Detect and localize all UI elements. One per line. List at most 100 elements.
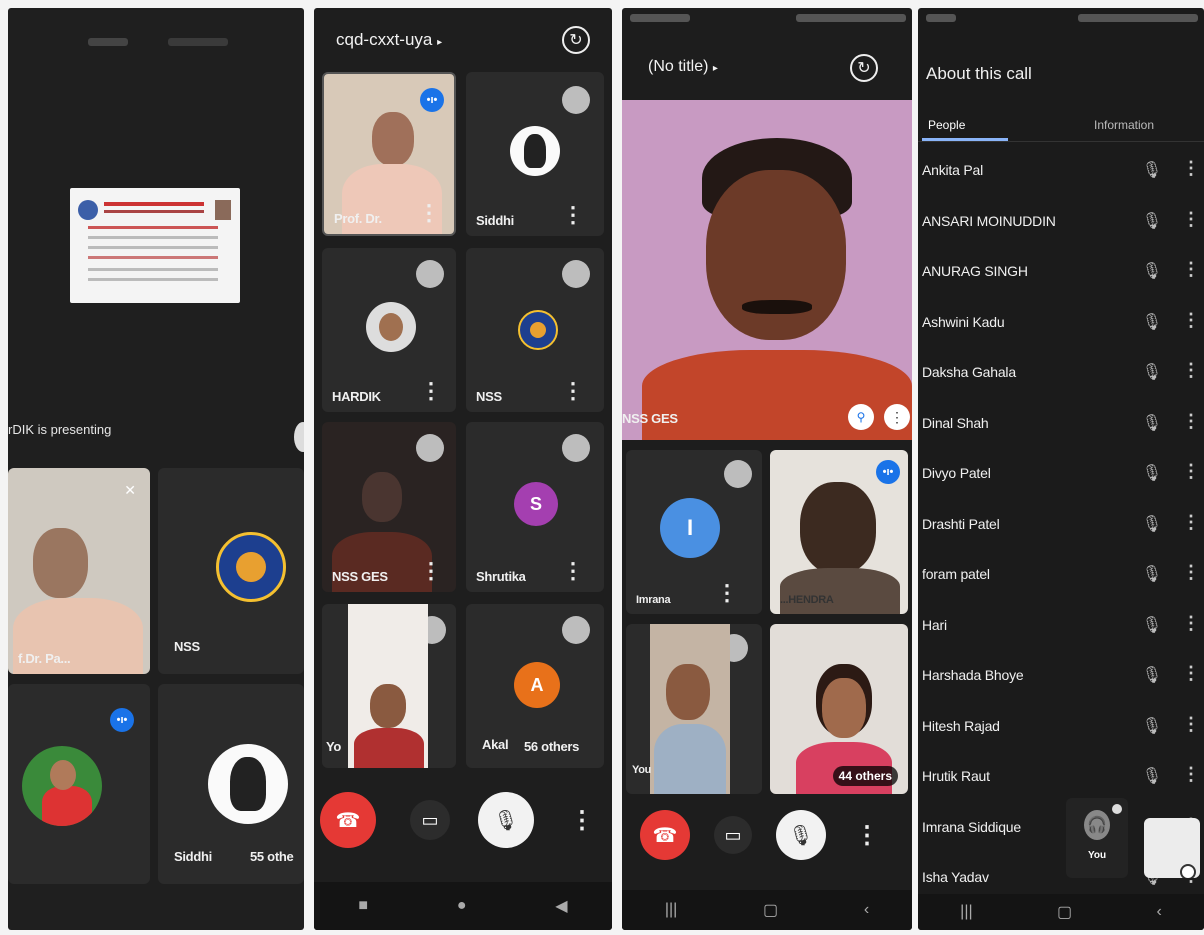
participant-tile[interactable]: I Imrana ⋮ bbox=[626, 450, 762, 614]
more-vert-icon[interactable]: ⋮ bbox=[418, 202, 440, 224]
meeting-code[interactable]: cqd-cxxt-uya ▸ bbox=[336, 30, 442, 50]
more-vert-icon[interactable]: ⋮ bbox=[420, 560, 442, 582]
more-vert-icon[interactable]: ⋮ bbox=[562, 560, 584, 582]
participant-row[interactable]: ANURAG SINGH 🎙 ⋮ bbox=[922, 249, 1204, 299]
others-count[interactable]: 44 others bbox=[832, 766, 898, 786]
switch-camera-icon[interactable]: ↻ bbox=[850, 54, 878, 82]
slide-text-line bbox=[88, 246, 218, 249]
participant-row[interactable]: Hitesh Rajad 🎙 ⋮ bbox=[922, 704, 1204, 754]
pin-icon[interactable] bbox=[416, 260, 444, 288]
participant-row[interactable]: Ankita Pal 🎙 ⋮ bbox=[922, 148, 1204, 198]
participant-row[interactable]: foram patel 🎙 ⋮ bbox=[922, 552, 1204, 602]
camera-icon[interactable]: ▭ bbox=[714, 816, 752, 854]
more-vert-icon[interactable]: ⋮ bbox=[1182, 158, 1200, 179]
participant-name: Shrutika bbox=[476, 569, 526, 584]
participant-tile[interactable]: Siddhi 55 othe bbox=[158, 684, 304, 884]
participant-tile-video[interactable]: ✕ f.Dr. Pa... bbox=[8, 468, 150, 674]
recents-icon[interactable]: ||| bbox=[960, 903, 972, 921]
participant-tile-video[interactable]: •ı• Prof. Dr. ⋮ bbox=[322, 72, 456, 236]
nss-logo-icon bbox=[518, 310, 558, 350]
mic-off-icon: 🎙 bbox=[1141, 414, 1162, 432]
others-count[interactable]: 56 others bbox=[524, 739, 579, 754]
back-icon[interactable]: ◀ bbox=[555, 896, 567, 916]
tab-information[interactable]: Information bbox=[1094, 118, 1154, 132]
mic-off-icon[interactable]: 🎙 bbox=[776, 810, 826, 860]
more-vert-icon[interactable]: ⋮ bbox=[562, 204, 584, 226]
more-vert-icon[interactable]: ⋮ bbox=[1182, 310, 1200, 331]
more-vert-icon[interactable]: ⋮ bbox=[1182, 209, 1200, 230]
more-vert-icon[interactable]: ⋮ bbox=[848, 816, 886, 854]
more-vert-icon[interactable]: ⋮ bbox=[1182, 259, 1200, 280]
phone-hangup-icon[interactable]: ☎ bbox=[640, 810, 690, 860]
more-vert-icon[interactable]: ⋮ bbox=[562, 380, 584, 402]
participant-row[interactable]: Dinal Shah 🎙 ⋮ bbox=[922, 401, 1204, 451]
participant-tile-video[interactable]: NSS GES ⋮ bbox=[322, 422, 456, 592]
participant-row[interactable]: Harshada Bhoye 🎙 ⋮ bbox=[922, 653, 1204, 703]
participant-row[interactable]: Divyo Patel 🎙 ⋮ bbox=[922, 451, 1204, 501]
scroll-handle[interactable] bbox=[294, 422, 304, 452]
recents-icon[interactable]: ■ bbox=[358, 897, 368, 915]
pin-icon[interactable] bbox=[562, 260, 590, 288]
participant-row[interactable]: Daksha Gahala 🎙 ⋮ bbox=[922, 350, 1204, 400]
participant-row[interactable]: Hari 🎙 ⋮ bbox=[922, 603, 1204, 653]
pin-icon[interactable] bbox=[416, 434, 444, 462]
participant-name: Daksha Gahala bbox=[922, 364, 1016, 380]
participant-tile[interactable]: •ı• bbox=[8, 684, 150, 884]
pin-icon[interactable] bbox=[724, 460, 752, 488]
home-icon[interactable]: ▢ bbox=[1057, 902, 1072, 922]
more-vert-icon[interactable]: ⋮ bbox=[716, 582, 738, 604]
more-vert-icon[interactable]: ⋮ bbox=[1182, 714, 1200, 735]
tab-people[interactable]: People bbox=[928, 118, 965, 132]
more-vert-icon[interactable]: ⋮ bbox=[1182, 613, 1200, 634]
presentation-thumbnail[interactable] bbox=[1144, 818, 1200, 878]
more-vert-icon[interactable]: ⋮ bbox=[1182, 562, 1200, 583]
participant-tile[interactable]: NSS bbox=[158, 468, 304, 674]
mic-off-icon[interactable]: 🎙 bbox=[478, 792, 534, 848]
participant-tile[interactable]: You bbox=[626, 624, 762, 794]
recents-icon[interactable]: ||| bbox=[665, 901, 677, 919]
pin-icon[interactable]: ⚲ bbox=[848, 404, 874, 430]
participant-row[interactable]: Drashti Patel 🎙 ⋮ bbox=[922, 502, 1204, 552]
panel-meeting-grid: cqd-cxxt-uya ▸ ↻ •ı• Prof. Dr. ⋮ Siddhi … bbox=[314, 8, 612, 930]
mic-off-icon: 🎙 bbox=[1141, 667, 1162, 684]
switch-camera-icon[interactable]: ↻ bbox=[562, 26, 590, 54]
self-preview[interactable]: 🎧 You bbox=[1066, 798, 1128, 878]
participant-tile[interactable]: S Shrutika ⋮ bbox=[466, 422, 604, 592]
participant-tile[interactable]: Siddhi ⋮ bbox=[466, 72, 604, 236]
participant-tile[interactable]: HARDIK ⋮ bbox=[322, 248, 456, 412]
more-vert-icon[interactable]: ⋮ bbox=[1182, 663, 1200, 684]
back-icon[interactable]: ‹ bbox=[864, 901, 869, 919]
slide-text-line bbox=[88, 268, 218, 271]
participant-tile[interactable]: Yo bbox=[322, 604, 456, 768]
camera-icon[interactable]: ▭ bbox=[410, 800, 450, 840]
more-vert-icon[interactable]: ⋮ bbox=[1182, 764, 1200, 785]
more-vert-icon[interactable]: ⋮ bbox=[420, 380, 442, 402]
participant-row[interactable]: Hrutik Raut 🎙 ⋮ bbox=[922, 754, 1204, 804]
participant-tile[interactable]: A Akal 56 others bbox=[466, 604, 604, 768]
participant-tile[interactable]: NSS ⋮ bbox=[466, 248, 604, 412]
more-vert-icon[interactable]: ⋮ bbox=[562, 800, 602, 840]
more-vert-icon[interactable]: ⋮ bbox=[1182, 512, 1200, 533]
pin-icon[interactable] bbox=[562, 616, 590, 644]
more-vert-icon[interactable]: ⋮ bbox=[1182, 411, 1200, 432]
main-speaker-video[interactable]: NSS GES ⚲ ⋮ bbox=[622, 100, 912, 440]
back-icon[interactable]: ‹ bbox=[1156, 903, 1161, 921]
participant-tile-video[interactable]: 44 others bbox=[770, 624, 908, 794]
participant-name: NSS GES bbox=[622, 411, 678, 426]
participant-row[interactable]: ANSARI MOINUDDIN 🎙 ⋮ bbox=[922, 199, 1204, 249]
slide-text-line bbox=[88, 226, 218, 229]
more-vert-icon[interactable]: ⋮ bbox=[1182, 360, 1200, 381]
more-vert-icon[interactable]: ⋮ bbox=[1182, 461, 1200, 482]
meeting-title[interactable]: (No title) ▸ bbox=[648, 58, 718, 76]
participant-tile-video[interactable]: •ı• ...HENDRA bbox=[770, 450, 908, 614]
more-vert-icon[interactable]: ⋮ bbox=[884, 404, 910, 430]
speaking-indicator-icon: •ı• bbox=[420, 88, 444, 112]
home-icon[interactable]: ▢ bbox=[763, 900, 778, 920]
home-icon[interactable]: ● bbox=[457, 897, 467, 915]
presentation-slide[interactable] bbox=[70, 188, 240, 303]
participant-row[interactable]: Ashwini Kadu 🎙 ⋮ bbox=[922, 300, 1204, 350]
pin-icon[interactable] bbox=[562, 86, 590, 114]
participant-name: Prof. Dr. bbox=[334, 211, 382, 226]
phone-hangup-icon[interactable]: ☎ bbox=[320, 792, 376, 848]
pin-icon[interactable] bbox=[562, 434, 590, 462]
